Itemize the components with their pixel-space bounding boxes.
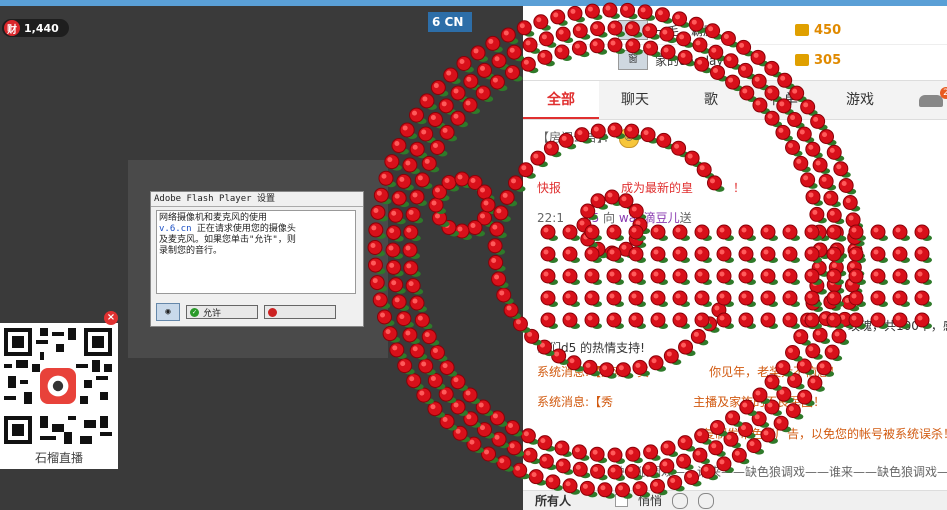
flash-line2: v.6.cn 正在请求使用您的摄像头 <box>159 224 296 234</box>
wealth-value: 1,440 <box>24 21 59 35</box>
chat-spam-line: 缺色狼调戏——谁来——缺色狼调戏——谁来——缺色狼调戏—— <box>613 465 947 479</box>
whisper-label: 悄悄 <box>638 494 663 508</box>
flash-deny-button[interactable] <box>264 305 336 319</box>
tab-gift-list[interactable]: 礼单 <box>759 81 809 119</box>
flash-line4: 录制您的音行。 <box>159 246 223 256</box>
system-message: 系统消息:【游戏】真 你见年，老奖大不恼忍！ <box>537 365 842 379</box>
coin-icon <box>795 54 809 66</box>
system-message: 系统消息:【秀 主播及家族的不良军团！ <box>537 395 826 409</box>
check-icon: ✓ <box>190 307 199 317</box>
flash-dialog-title: Adobe Flash Player 设置 <box>151 192 363 207</box>
car-icon[interactable] <box>919 95 943 107</box>
rank-row[interactable]: 窗 一毛、霸屏 450 <box>523 16 947 45</box>
rank-name: 一毛、霸屏 <box>655 23 716 38</box>
avatar: 窗 <box>618 50 648 70</box>
room-notice: 【房间公告】： ☺ <box>537 128 640 148</box>
gift-message-tail: 玫瑰，共100个，感 <box>848 319 947 333</box>
qr-promo-box: 石榴直播 <box>0 323 118 469</box>
room-badge: 6 CN <box>428 12 472 32</box>
system-message: 复制发布色情广告，以免您的帐号被系统误杀！ <box>703 427 947 441</box>
flash-line1: 网络摄像机和麦克风的使用 <box>159 213 268 223</box>
tab-games[interactable]: 游戏 <box>835 81 885 119</box>
wealth-coin-icon: 财 <box>4 20 20 36</box>
tab-all[interactable]: 全部 <box>523 81 599 119</box>
tab-songs[interactable]: 歌 <box>691 81 731 119</box>
wealth-badge: 财 1,440 <box>2 19 69 37</box>
smile-emoji-icon: ☺ <box>619 128 640 148</box>
coin-icon <box>795 24 809 36</box>
emoji-icon[interactable] <box>672 492 689 509</box>
quick-report: 快报 成为最新的皇！ <box>537 181 746 195</box>
recipient-select[interactable]: 所有人 <box>535 492 571 509</box>
gift-message: 22:1 d5 向 wan滴豆儿送 <box>537 211 692 225</box>
qr-label: 石榴直播 <box>34 451 83 465</box>
flash-settings-dialog: Adobe Flash Player 设置 网络摄像机和麦克风的使用 v.6.c… <box>150 191 364 327</box>
qr-close-button[interactable]: × <box>104 311 118 325</box>
right-sidebar: 窗 一毛、霸屏 450 窗 家的oneday 305 全部 聊天 歌 礼单 游戏… <box>523 6 947 510</box>
flash-line3: 及麦克风。如果您单击"允许"，则 <box>159 235 296 245</box>
thanks-message: 谢们d5 的热情支持! <box>537 341 645 355</box>
whisper-checkbox[interactable] <box>615 494 629 507</box>
rank-row[interactable]: 窗 家的oneday 305 <box>523 46 947 74</box>
qr-code <box>4 328 112 444</box>
image-icon[interactable] <box>698 492 715 509</box>
rank-name: 家的oneday <box>655 53 724 68</box>
camera-settings-icon[interactable]: ◉ <box>156 303 180 321</box>
flash-button-row: ◉ ✓ 允许 <box>156 303 356 321</box>
notification-badge: 2 <box>940 87 947 99</box>
chat-log: 【房间公告】： ☺ 快报 成为最新的皇！ 22:1 d5 向 wan滴豆儿送 玫瑰，共… <box>523 118 947 490</box>
flash-site-link[interactable]: v.6.cn <box>159 224 192 234</box>
flash-dialog-message: 网络摄像机和麦克风的使用 v.6.cn 正在请求使用您的摄像头 及麦克风。如果您… <box>156 210 356 294</box>
flash-allow-button[interactable]: ✓ 允许 <box>186 305 258 319</box>
chat-tabs: 全部 聊天 歌 礼单 游戏 2 <box>523 80 947 120</box>
tab-chat[interactable]: 聊天 <box>603 81 667 119</box>
chat-input-bar: 所有人 悄悄 <box>523 490 947 510</box>
deny-icon <box>268 307 277 317</box>
avatar: 窗 <box>618 20 648 40</box>
rank-value: 450 <box>814 22 842 38</box>
rank-value: 305 <box>814 52 842 68</box>
